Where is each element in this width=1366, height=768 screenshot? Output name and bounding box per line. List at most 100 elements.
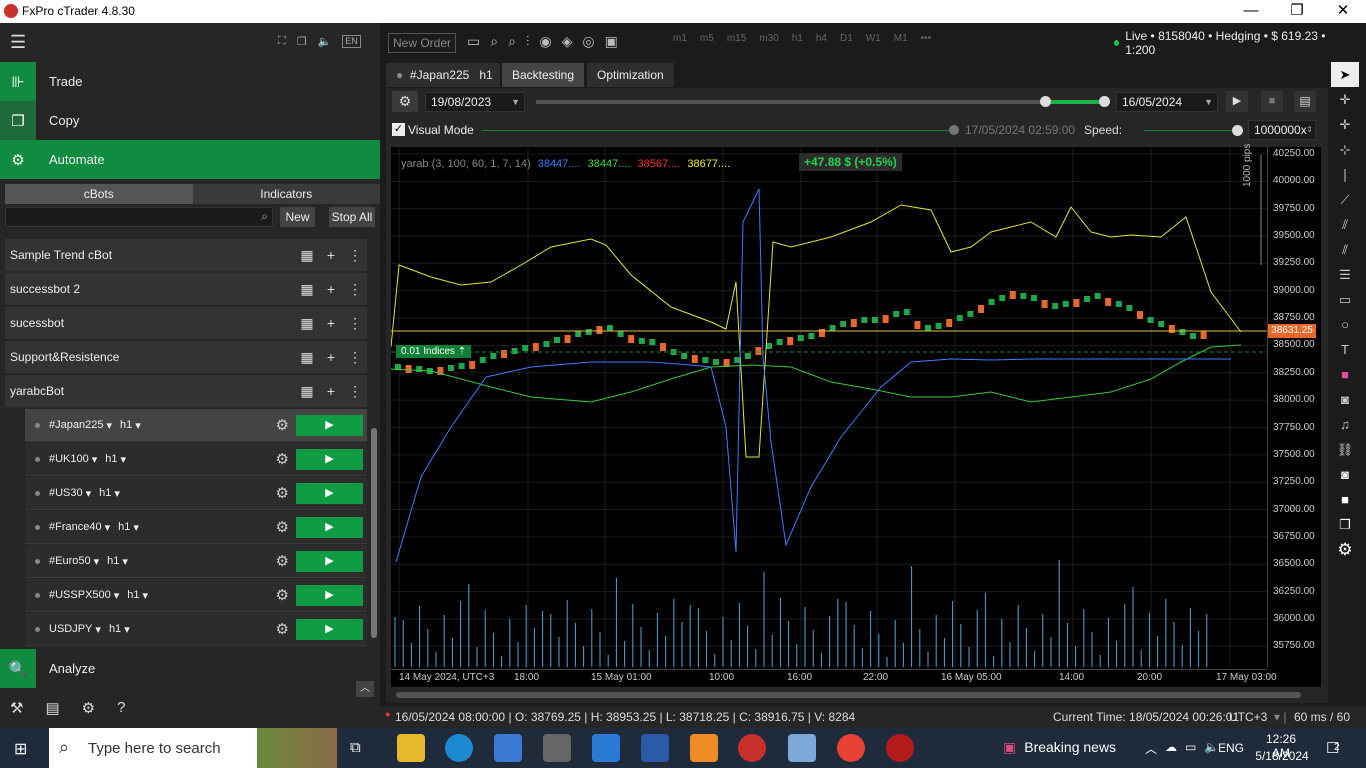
- vertical-line-icon[interactable]: ∣: [1331, 162, 1359, 187]
- task-view-icon[interactable]: ⧉: [350, 739, 361, 756]
- rectangle-icon[interactable]: ▭: [1331, 287, 1359, 312]
- tf-m5[interactable]: m5: [700, 33, 714, 53]
- visual-mode-checkbox[interactable]: ✓: [392, 123, 405, 136]
- tab-symbol[interactable]: ● #Japan225 h1: [386, 63, 500, 87]
- ellipse-icon[interactable]: ○: [1331, 312, 1359, 337]
- taskbar-search[interactable]: ⌕ Type here to search: [49, 728, 337, 768]
- crosshair-icon[interactable]: ✛: [1331, 87, 1359, 112]
- chrome-icon[interactable]: [837, 734, 865, 762]
- stop-backtest-button[interactable]: ■: [1261, 91, 1283, 112]
- tf-d1[interactable]: D1: [840, 33, 853, 53]
- gear-icon[interactable]: ⚙: [276, 484, 289, 502]
- add-instance-icon[interactable]: +: [319, 315, 343, 331]
- settings-icon[interactable]: ⚙: [82, 699, 95, 717]
- more-options-icon[interactable]: ⋮: [343, 349, 367, 366]
- copy-window-icon[interactable]: ❐: [1331, 512, 1359, 537]
- tf-mn1[interactable]: M1: [894, 33, 908, 53]
- tab-cbots[interactable]: cBots: [5, 184, 193, 204]
- chart-settings-icon[interactable]: ⚙: [1331, 537, 1359, 562]
- instance-timeframe[interactable]: h1: [118, 521, 130, 533]
- chart-scroll-thumb[interactable]: [396, 692, 1301, 698]
- tf-m15[interactable]: m15: [727, 33, 746, 53]
- tools-icon[interactable]: ⚒: [10, 699, 23, 717]
- eye-icon[interactable]: ◎: [582, 33, 594, 53]
- tf-h4[interactable]: h4: [816, 33, 827, 53]
- play-button[interactable]: ▶: [296, 584, 363, 606]
- tab-indicators[interactable]: Indicators: [192, 184, 380, 204]
- ctrader-taskbar-icon[interactable]: [738, 734, 766, 762]
- play-backtest-button[interactable]: ▶: [1226, 91, 1248, 112]
- record-app-icon[interactable]: [886, 734, 914, 762]
- zoom-out-icon[interactable]: ⌕: [508, 33, 516, 53]
- help-icon[interactable]: ?: [117, 699, 125, 717]
- gear-icon[interactable]: ⚙: [276, 518, 289, 536]
- price-chart[interactable]: yarab (3, 100, 60, 1, 7, 14) 38447.... 3…: [391, 144, 1321, 687]
- speed-slider-handle[interactable]: [1232, 125, 1243, 136]
- instance-symbol[interactable]: #USSPX500: [49, 589, 111, 601]
- instance-timeframe[interactable]: h1: [99, 487, 111, 499]
- news-widget[interactable]: ▣ Breaking news: [1003, 739, 1116, 756]
- language-indicator[interactable]: ENG: [1218, 741, 1244, 755]
- notifications-icon[interactable]: ☐ 2: [1326, 739, 1340, 757]
- chart-type-icon[interactable]: ▭: [467, 33, 480, 53]
- chart-scrollbar[interactable]: [386, 688, 1321, 702]
- add-instance-icon[interactable]: +: [319, 281, 343, 297]
- alert-bell-icon[interactable]: ♫: [1331, 412, 1359, 437]
- tab-backtesting[interactable]: Backtesting: [502, 63, 585, 87]
- bot-row[interactable]: yarabcBot ▦ + ⋮: [5, 375, 367, 407]
- speed-input[interactable]: 1000000x ⇕: [1248, 120, 1316, 140]
- instance-timeframe[interactable]: h1: [120, 419, 132, 431]
- sound-icon[interactable]: 🔈: [318, 35, 332, 48]
- add-instance-icon[interactable]: +: [319, 247, 343, 263]
- instance-symbol[interactable]: #UK100: [49, 453, 89, 465]
- windows-start-icon[interactable]: ⊞: [14, 739, 27, 759]
- bot-instances-icon[interactable]: ▦: [295, 383, 319, 400]
- layers-icon[interactable]: ◈: [562, 33, 573, 53]
- notes-icon[interactable]: [788, 734, 816, 762]
- range-start-handle[interactable]: [1040, 96, 1051, 107]
- parallel-icon[interactable]: ⫽: [1331, 237, 1359, 262]
- cbot-search-input[interactable]: ⌕: [5, 207, 273, 227]
- mail-icon[interactable]: [592, 734, 620, 762]
- store-icon[interactable]: ▤: [45, 699, 59, 717]
- tz-dropdown-icon[interactable]: ▾ |: [1274, 710, 1286, 724]
- store-icon[interactable]: [494, 734, 522, 762]
- start-date-field[interactable]: 19/08/2023 ▼: [425, 92, 525, 112]
- bot-row[interactable]: Sample Trend cBot ▦ + ⋮: [5, 239, 367, 271]
- position-tag[interactable]: 0.01 Indices ⇡: [396, 345, 472, 358]
- minimize-button[interactable]: —: [1228, 0, 1274, 23]
- time-axis[interactable]: 14 May 2024, UTC+3 18:00 15 May 01:00 10:00…: [391, 669, 1277, 687]
- save-report-icon[interactable]: ▤: [1294, 91, 1316, 112]
- edge-icon[interactable]: [445, 734, 473, 762]
- instance-row[interactable]: #France40 ▾ h1 ▾ ⚙ ▶: [25, 511, 367, 544]
- gear-icon[interactable]: ⚙: [276, 450, 289, 468]
- bot-row[interactable]: successbot 2 ▦ + ⋮: [5, 273, 367, 305]
- stop-all-button[interactable]: Stop All: [329, 207, 375, 227]
- cross-target-icon[interactable]: ⊹: [1331, 137, 1359, 162]
- file-explorer-icon[interactable]: [397, 734, 425, 762]
- instance-row[interactable]: #UK100 ▾ h1 ▾ ⚙ ▶: [25, 443, 367, 476]
- instance-row[interactable]: #Japan225 ▾ h1 ▾ ⚙ ▶: [25, 409, 367, 442]
- instance-symbol[interactable]: USDJPY: [49, 623, 92, 635]
- channel-icon[interactable]: ⫽: [1331, 212, 1359, 237]
- tf-m30[interactable]: m30: [759, 33, 778, 53]
- list-scrollbar[interactable]: [371, 428, 377, 638]
- cursor-icon[interactable]: ➤: [1331, 62, 1359, 87]
- fullscreen-icon[interactable]: ⛶: [278, 35, 286, 48]
- play-button[interactable]: ▶: [296, 516, 363, 538]
- play-button[interactable]: ▶: [296, 550, 363, 572]
- instance-timeframe[interactable]: h1: [105, 453, 117, 465]
- price-axis[interactable]: 40250.00 40000.00 39750.00 39500.00 39250.00…: [1267, 147, 1321, 667]
- bot-instances-icon[interactable]: ▦: [295, 349, 319, 366]
- video-icon[interactable]: ■: [1331, 487, 1359, 512]
- app-icon[interactable]: [543, 734, 571, 762]
- range-slider-track[interactable]: [536, 100, 1044, 104]
- tf-h1[interactable]: h1: [792, 33, 803, 53]
- tab-optimization[interactable]: Optimization: [587, 63, 674, 87]
- play-button[interactable]: ▶: [296, 618, 363, 640]
- instance-timeframe[interactable]: h1: [109, 623, 121, 635]
- template-icon[interactable]: ▣: [605, 33, 618, 53]
- bot-instances-icon[interactable]: ▦: [295, 315, 319, 332]
- instance-timeframe[interactable]: h1: [107, 555, 119, 567]
- nav-automate[interactable]: ⚙ Automate: [0, 140, 380, 179]
